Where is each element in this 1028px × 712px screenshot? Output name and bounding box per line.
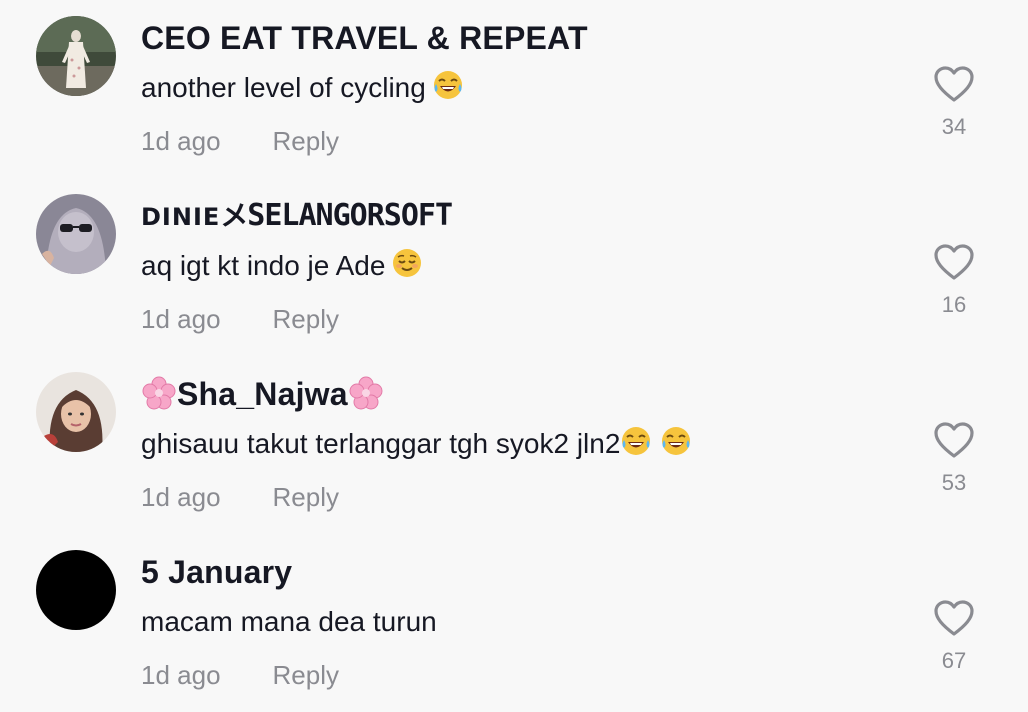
like-button[interactable] xyxy=(932,598,976,638)
username[interactable]: 5 January xyxy=(141,552,292,592)
username-text: Sha_Najwa xyxy=(177,376,348,412)
comment-item: 5 January macam mana dea turun 1d ago Rep… xyxy=(0,534,1028,712)
comment-item: DINIEメSELANGORSOFT aq igt kt indo je Ade… xyxy=(0,178,1028,356)
timestamp: 1d ago xyxy=(141,660,221,690)
tears-of-joy-emoji-icon xyxy=(620,425,652,468)
cherry-blossom-icon xyxy=(348,375,384,420)
comment-item: Sha_Najwa ghisauu takut terlanggar tgh s… xyxy=(0,356,1028,534)
avatar[interactable] xyxy=(36,16,116,96)
like-button[interactable] xyxy=(932,64,976,104)
comment-item: CEO EAT TRAVEL & REPEAT another level of… xyxy=(0,0,1028,178)
like-button[interactable] xyxy=(932,420,976,460)
heart-icon xyxy=(934,600,974,636)
username[interactable]: Sha_Najwa xyxy=(141,374,384,420)
avatar[interactable] xyxy=(36,194,116,274)
username-suffix: SELANGORSOFT xyxy=(247,198,453,233)
avatar[interactable] xyxy=(36,372,116,452)
comment-meta: 1d ago Reply xyxy=(141,300,339,338)
comment-text: aq igt kt indo je Ade xyxy=(141,246,423,290)
like-button[interactable] xyxy=(932,242,976,282)
comment-meta: 1d ago Reply xyxy=(141,122,339,160)
comment-meta: 1d ago Reply xyxy=(141,478,339,516)
reply-button[interactable]: Reply xyxy=(273,660,339,690)
comment-text-body: macam mana dea turun xyxy=(141,606,437,637)
heart-icon xyxy=(934,244,974,280)
username-mark: メ xyxy=(220,199,248,232)
timestamp: 1d ago xyxy=(141,482,221,512)
comment-text-body: ghisauu takut terlanggar tgh syok2 jln2 xyxy=(141,428,621,459)
like-count: 16 xyxy=(941,292,967,317)
reply-button[interactable]: Reply xyxy=(273,482,339,512)
comment-text: ghisauu takut terlanggar tgh syok2 jln2 xyxy=(141,424,692,468)
username[interactable]: DINIEメSELANGORSOFT xyxy=(141,196,453,237)
heart-icon xyxy=(934,422,974,458)
avatar[interactable] xyxy=(36,550,116,630)
timestamp: 1d ago xyxy=(141,304,221,334)
comment-text: macam mana dea turun xyxy=(141,602,437,642)
like-count: 67 xyxy=(941,648,967,673)
username-prefix: DINIE xyxy=(141,203,221,231)
username[interactable]: CEO EAT TRAVEL & REPEAT xyxy=(141,18,588,58)
tears-of-joy-emoji-icon xyxy=(432,69,464,112)
comment-text-body: aq igt kt indo je Ade xyxy=(141,250,386,281)
like-count: 53 xyxy=(941,470,967,495)
heart-icon xyxy=(934,66,974,102)
reply-button[interactable]: Reply xyxy=(273,126,339,156)
comment-text: another level of cycling xyxy=(141,68,464,112)
tears-of-joy-emoji-icon xyxy=(660,425,692,468)
relieved-face-emoji-icon xyxy=(391,247,423,290)
like-count: 34 xyxy=(941,114,967,139)
comment-meta: 1d ago Reply xyxy=(141,656,339,694)
reply-button[interactable]: Reply xyxy=(273,304,339,334)
timestamp: 1d ago xyxy=(141,126,221,156)
cherry-blossom-icon xyxy=(141,375,177,420)
comment-text-body: another level of cycling xyxy=(141,72,426,103)
